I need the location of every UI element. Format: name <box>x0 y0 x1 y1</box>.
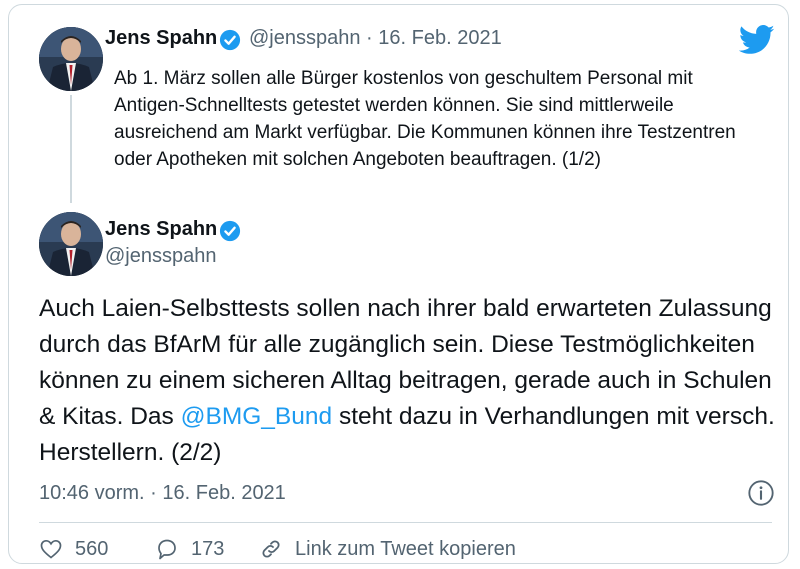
divider <box>39 522 772 523</box>
twitter-bird-icon[interactable] <box>739 25 775 55</box>
tweet-text: Auch Laien-Selbsttests sollen nach ihrer… <box>39 291 784 471</box>
info-icon[interactable] <box>747 479 775 507</box>
tweet-timestamp[interactable]: 10:46 vorm. · 16. Feb. 2021 <box>39 482 286 505</box>
handle-text: @jensspahn <box>249 27 361 49</box>
author-name[interactable]: Jens Spahn <box>105 218 217 241</box>
separator-dot: · <box>366 27 373 49</box>
heart-icon <box>40 539 62 559</box>
thread-connector <box>70 95 72 203</box>
like-button[interactable]: 560 <box>39 537 108 561</box>
speech-bubble-icon <box>158 539 176 560</box>
copy-link-button[interactable]: Link zum Tweet kopieren <box>259 537 516 561</box>
author-handle[interactable]: @jensspahn · 16. Feb. 2021 <box>249 27 502 50</box>
profile-photo <box>39 212 103 276</box>
author-name[interactable]: Jens Spahn <box>105 27 217 50</box>
avatar[interactable] <box>39 212 103 276</box>
tweet-text: Ab 1. März sollen alle Bürger kostenlos … <box>114 68 736 170</box>
reply-count: 173 <box>191 537 225 560</box>
tweet-date[interactable]: 16. Feb. 2021 <box>378 27 501 49</box>
verified-badge-icon <box>219 29 241 51</box>
like-count: 560 <box>75 537 109 560</box>
reply-button[interactable]: 173 <box>155 537 224 561</box>
avatar[interactable] <box>39 27 103 91</box>
link-icon <box>262 540 280 558</box>
tweet-card: Jens Spahn @jensspahn · 16. Feb. 2021 Ab… <box>8 4 789 564</box>
profile-photo <box>39 27 103 91</box>
verified-badge-icon <box>219 220 241 242</box>
author-handle[interactable]: @jensspahn <box>105 245 216 268</box>
mention-link[interactable]: @BMG_Bund <box>181 403 333 430</box>
copy-link-label: Link zum Tweet kopieren <box>295 537 516 560</box>
